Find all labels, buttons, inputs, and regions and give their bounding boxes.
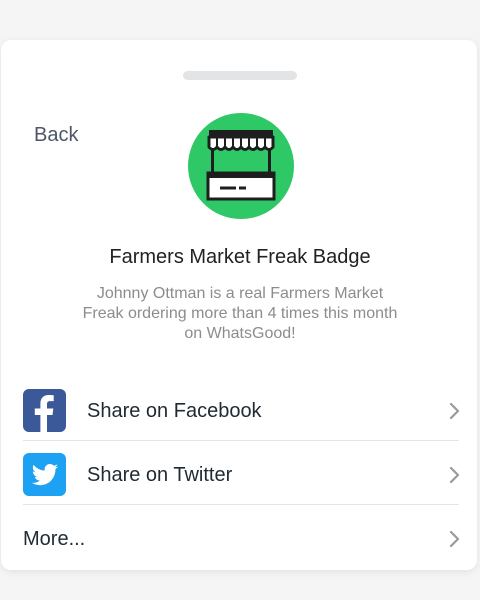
- share-more-row[interactable]: More...: [1, 509, 479, 572]
- divider: [23, 440, 459, 441]
- share-twitter-row[interactable]: Share on Twitter: [1, 445, 479, 508]
- back-button[interactable]: Back: [34, 124, 78, 147]
- chevron-right-icon: [449, 403, 460, 419]
- share-twitter-label: Share on Twitter: [87, 464, 233, 486]
- badge-title: Farmers Market Freak Badge: [109, 246, 371, 268]
- badge-icon-circle: [188, 113, 294, 219]
- badge-description: Johnny Ottman is a real Farmers Market F…: [82, 285, 398, 342]
- share-facebook-row[interactable]: Share on Facebook: [1, 381, 479, 444]
- share-facebook-label: Share on Facebook: [87, 400, 262, 422]
- facebook-icon: [23, 389, 66, 432]
- share-sheet: Back Farmers Market Freak Badge Johnny O…: [1, 40, 477, 570]
- drag-handle[interactable]: [183, 71, 297, 80]
- share-more-label: More...: [23, 528, 86, 550]
- chevron-right-icon: [449, 531, 460, 547]
- chevron-right-icon: [449, 467, 460, 483]
- divider: [23, 504, 459, 505]
- market-stall-icon: [206, 130, 276, 201]
- twitter-icon: [23, 453, 66, 496]
